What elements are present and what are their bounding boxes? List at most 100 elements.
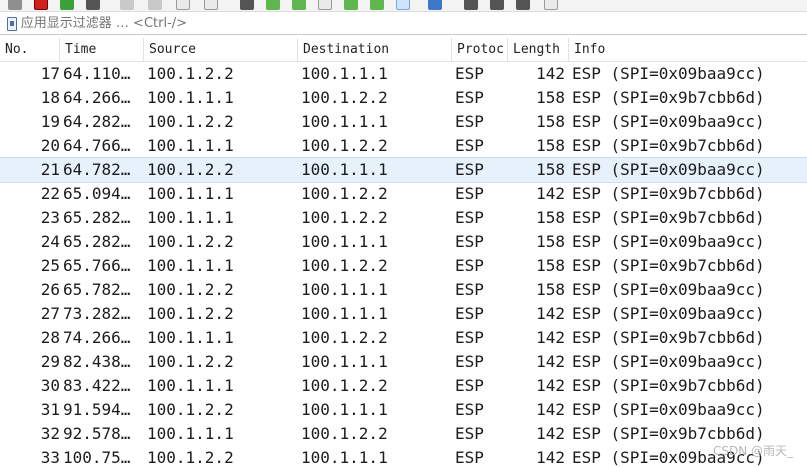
display-filter-input[interactable] <box>20 16 807 31</box>
column-header-length[interactable]: Length <box>508 38 569 62</box>
packet-row[interactable]: 27 73.282… 100.1.2.2 100.1.1.1 ESP 142 ESP (SP… <box>0 302 807 326</box>
packet-protocol: ESP <box>455 208 484 227</box>
packet-protocol: ESP <box>455 328 484 347</box>
zoom-in-icon[interactable] <box>464 0 478 10</box>
packet-row[interactable]: 23 65.282… 100.1.1.1 100.1.2.2 ESP 158 ESP (SP… <box>0 206 807 230</box>
packet-row[interactable]: 30 83.422… 100.1.1.1 100.1.2.2 ESP 142 ESP (SP… <box>0 374 807 398</box>
packet-row[interactable]: 24 65.282… 100.1.2.2 100.1.1.1 ESP 158 ESP (SP… <box>0 230 807 254</box>
packet-destination: 100.1.1.1 <box>301 160 388 179</box>
open-file-icon[interactable] <box>120 0 134 10</box>
reload-file-icon[interactable] <box>204 0 218 10</box>
packet-destination: 100.1.2.2 <box>301 88 388 107</box>
go-back-icon[interactable] <box>266 0 280 10</box>
packet-number: 22 <box>40 184 60 203</box>
packet-time: 91.594… <box>63 400 131 419</box>
restart-capture-icon[interactable] <box>60 0 74 10</box>
packet-destination: 100.1.2.2 <box>301 376 388 395</box>
go-last-icon[interactable] <box>370 0 384 10</box>
packet-info: ESP (SPI=0x09baa9cc) <box>572 352 765 371</box>
packet-length: 142 <box>536 376 565 395</box>
packet-time: 64.110… <box>63 64 131 83</box>
packet-protocol: ESP <box>455 352 484 371</box>
stop-capture-icon[interactable] <box>34 0 48 10</box>
packet-number: 24 <box>40 232 60 251</box>
packet-number: 27 <box>40 304 60 323</box>
packet-info: ESP (SPI=0x9b7cbb6d) <box>572 376 765 395</box>
packet-row[interactable]: 19 64.282… 100.1.2.2 100.1.1.1 ESP 158 ESP (SP… <box>0 110 807 134</box>
packet-destination: 100.1.2.2 <box>301 208 388 227</box>
packet-protocol: ESP <box>455 304 484 323</box>
packet-row[interactable]: 20 64.766… 100.1.1.1 100.1.2.2 ESP 158 ESP (SP… <box>0 134 807 158</box>
packet-length: 158 <box>536 160 565 179</box>
save-file-icon[interactable] <box>148 0 162 10</box>
packet-length: 142 <box>536 400 565 419</box>
normal-size-icon[interactable] <box>516 0 530 10</box>
packet-length: 142 <box>536 424 565 443</box>
packet-time: 65.782… <box>63 280 131 299</box>
packet-info: ESP (SPI=0x09baa9cc) <box>572 160 765 179</box>
packet-row[interactable]: 28 74.266… 100.1.1.1 100.1.2.2 ESP 142 ESP (SP… <box>0 326 807 350</box>
bookmark-icon[interactable] <box>7 16 17 31</box>
column-header-destination[interactable]: Destination <box>298 38 452 62</box>
packet-list-header: No. Time Source Destination Protoc Lengt… <box>0 38 807 62</box>
packet-info: ESP (SPI=0x09baa9cc) <box>572 400 765 419</box>
packet-length: 158 <box>536 136 565 155</box>
packet-info: ESP (SPI=0x9b7cbb6d) <box>572 184 765 203</box>
packet-number: 18 <box>40 88 60 107</box>
packet-time: 65.282… <box>63 208 131 227</box>
packet-source: 100.1.2.2 <box>147 232 234 251</box>
go-to-packet-icon[interactable] <box>318 0 332 10</box>
packet-number: 32 <box>40 424 60 443</box>
packet-destination: 100.1.2.2 <box>301 136 388 155</box>
packet-source: 100.1.2.2 <box>147 64 234 83</box>
column-header-time[interactable]: Time <box>60 38 144 62</box>
packet-row[interactable]: 25 65.766… 100.1.1.1 100.1.2.2 ESP 158 ESP (SP… <box>0 254 807 278</box>
packet-time: 64.266… <box>63 88 131 107</box>
packet-source: 100.1.1.1 <box>147 136 234 155</box>
packet-length: 142 <box>536 184 565 203</box>
packet-time: 65.766… <box>63 256 131 275</box>
go-first-icon[interactable] <box>344 0 358 10</box>
packet-source: 100.1.1.1 <box>147 256 234 275</box>
packet-number: 20 <box>40 136 60 155</box>
packet-time: 64.782… <box>63 160 131 179</box>
packet-row[interactable]: 17 64.110… 100.1.2.2 100.1.1.1 ESP 142 ESP (SP… <box>0 62 807 86</box>
packet-protocol: ESP <box>455 280 484 299</box>
packet-row[interactable]: 29 82.438… 100.1.2.2 100.1.1.1 ESP 142 ESP (SP… <box>0 350 807 374</box>
shark-fin-icon[interactable] <box>8 0 22 10</box>
packet-length: 158 <box>536 208 565 227</box>
packet-row[interactable]: 26 65.782… 100.1.2.2 100.1.1.1 ESP 158 ESP (SP… <box>0 278 807 302</box>
packet-number: 23 <box>40 208 60 227</box>
packet-number: 33 <box>40 448 60 467</box>
packet-destination: 100.1.2.2 <box>301 328 388 347</box>
packet-protocol: ESP <box>455 376 484 395</box>
column-header-protocol[interactable]: Protoc <box>452 38 508 62</box>
packet-source: 100.1.2.2 <box>147 448 234 467</box>
packet-row[interactable]: 32 92.578… 100.1.1.1 100.1.2.2 ESP 142 ESP (SP… <box>0 422 807 446</box>
packet-length: 158 <box>536 280 565 299</box>
capture-options-icon[interactable] <box>86 0 100 10</box>
colorize-icon[interactable] <box>428 0 442 10</box>
close-file-icon[interactable] <box>176 0 190 10</box>
packet-protocol: ESP <box>455 64 484 83</box>
zoom-out-icon[interactable] <box>490 0 504 10</box>
packet-row[interactable]: 22 65.094… 100.1.1.1 100.1.2.2 ESP 142 ESP (SP… <box>0 182 807 206</box>
packet-row[interactable]: 18 64.266… 100.1.1.1 100.1.2.2 ESP 158 ESP (SP… <box>0 86 807 110</box>
go-forward-icon[interactable] <box>292 0 306 10</box>
packet-row[interactable]: 31 91.594… 100.1.2.2 100.1.1.1 ESP 142 ESP (SP… <box>0 398 807 422</box>
column-header-source[interactable]: Source <box>144 38 298 62</box>
packet-length: 158 <box>536 88 565 107</box>
find-packet-icon[interactable] <box>240 0 254 10</box>
packet-row[interactable]: 21 64.782… 100.1.2.2 100.1.1.1 ESP 158 ESP (SP… <box>0 157 807 183</box>
packet-length: 142 <box>536 328 565 347</box>
packet-destination: 100.1.1.1 <box>301 352 388 371</box>
watermark: CSDN @雨天_ <box>712 444 793 458</box>
packet-time: 64.282… <box>63 112 131 131</box>
packet-number: 21 <box>40 160 60 179</box>
column-header-info[interactable]: Info <box>569 38 807 62</box>
auto-scroll-icon[interactable] <box>396 0 410 10</box>
column-header-no[interactable]: No. <box>0 38 60 62</box>
packet-destination: 100.1.1.1 <box>301 304 388 323</box>
resize-columns-icon[interactable] <box>544 0 558 10</box>
packet-row[interactable]: 33 100.75… 100.1.2.2 100.1.1.1 ESP 142 ESP (SP… <box>0 446 807 467</box>
